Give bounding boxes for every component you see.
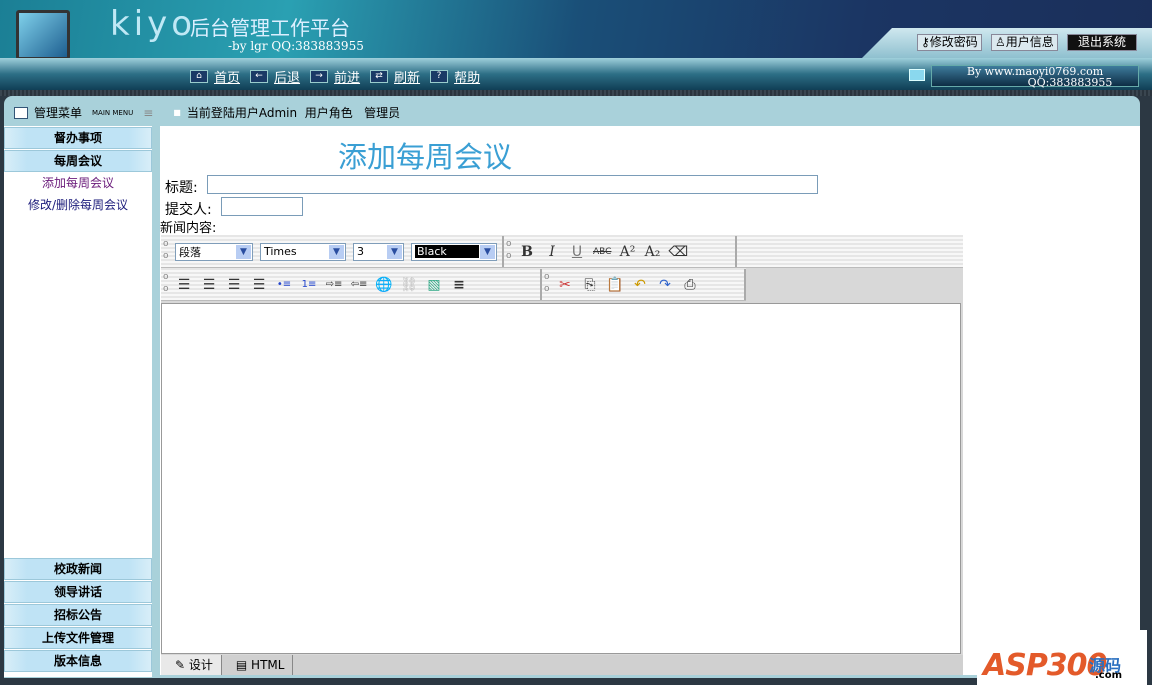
tab-html[interactable]: ▤ HTML	[222, 655, 294, 675]
chevron-down-icon: ▼	[480, 244, 495, 259]
italic-button[interactable]: I	[543, 244, 561, 260]
sidebar-link-edit-meeting[interactable]: 修改/删除每周会议	[4, 195, 152, 217]
nav-home[interactable]: 首页	[214, 67, 240, 86]
list-icon: ≡	[143, 105, 154, 120]
nav-refresh[interactable]: 刷新	[394, 67, 420, 86]
user-icon: ♙	[995, 35, 1006, 49]
toolbar-row-1: 段落▼ Times▼ 3▼ Black▼ B I U ABC A² A₂ ⌫	[161, 235, 963, 268]
tab-label: HTML	[251, 658, 285, 672]
align-center-icon[interactable]: ☰	[225, 277, 243, 293]
subscript-button[interactable]: A₂	[643, 244, 661, 260]
watermark-logo: ASP300 源码 .com	[977, 630, 1147, 685]
monitor-logo-icon	[16, 10, 70, 60]
main-content: 添加每周会议 标题: 提交人: 新闻内容: 段落▼ Times▼ 3▼ Blac…	[160, 126, 1140, 675]
eraser-icon[interactable]: ⌫	[668, 244, 688, 260]
sidebar-item-version[interactable]: 版本信息	[4, 650, 152, 672]
cut-icon[interactable]: ✂	[556, 277, 574, 293]
nav-forward[interactable]: 前进	[334, 67, 360, 86]
bullet-icon: ■	[173, 108, 181, 117]
sidebar-item-news[interactable]: 校政新闻	[4, 558, 152, 580]
align-justify-icon[interactable]: ☰	[250, 277, 268, 293]
page-title: 添加每周会议	[338, 140, 513, 174]
sidebar-item-supervision[interactable]: 督办事项	[4, 127, 152, 149]
menu-icon	[14, 106, 28, 119]
sidebar-link-add-meeting[interactable]: 添加每周会议	[4, 173, 152, 195]
tab-label: 设计	[188, 658, 213, 672]
sidebar-item-tender[interactable]: 招标公告	[4, 604, 152, 626]
select-value: Black	[415, 245, 479, 258]
unlink-icon[interactable]: ⛓	[400, 277, 418, 293]
select-value: Times	[264, 245, 297, 258]
design-icon: ✎	[175, 658, 189, 672]
watermark-domain: .com	[1095, 670, 1123, 681]
paste-icon[interactable]: 📋	[606, 277, 624, 293]
print-icon[interactable]: ⎙	[681, 277, 699, 293]
platform-title: 后台管理工作平台	[190, 16, 350, 40]
screen-icon	[909, 69, 925, 81]
editor-content-area[interactable]	[161, 303, 961, 654]
numbered-list-icon[interactable]: 1≡	[300, 279, 318, 290]
submitter-label: 提交人:	[165, 202, 212, 218]
horizontal-rule-icon[interactable]: ≡	[450, 277, 468, 293]
color-select[interactable]: Black ▼	[411, 242, 497, 261]
bold-button[interactable]: B	[518, 244, 536, 260]
forward-icon[interactable]: →	[310, 70, 329, 83]
submitter-input[interactable]	[221, 197, 303, 216]
menu-subtitle: MAIN MENU	[92, 108, 134, 117]
strikethrough-button[interactable]: ABC	[593, 247, 611, 257]
underline-button[interactable]: U	[568, 244, 586, 260]
rich-text-editor: 段落▼ Times▼ 3▼ Black▼ B I U ABC A² A₂ ⌫ ☰…	[161, 235, 963, 675]
sidebar: 督办事项 每周会议 添加每周会议 修改/删除每周会议 校政新闻 领导讲话 招标公…	[4, 126, 152, 677]
byline: -by lgr QQ:383883955	[228, 39, 364, 53]
undo-icon[interactable]: ↶	[631, 277, 649, 293]
button-label: 用户信息	[1005, 35, 1054, 49]
sidebar-item-weekly-meeting[interactable]: 每周会议	[4, 150, 152, 172]
select-value: 段落	[179, 245, 201, 259]
link-icon[interactable]: 🌐	[375, 277, 393, 293]
title-label: 标题:	[165, 180, 198, 196]
home-icon[interactable]: ⌂	[190, 70, 208, 83]
info-line: QQ:383883955	[1027, 76, 1113, 89]
refresh-icon[interactable]: ⇄	[370, 70, 389, 83]
chevron-down-icon: ▼	[387, 244, 402, 259]
bullet-list-icon[interactable]: •≡	[275, 279, 293, 290]
button-label: 修改密码	[929, 35, 978, 49]
current-user-info: 当前登陆用户Admin 用户角色 管理员	[186, 106, 401, 120]
nav-back[interactable]: 后退	[274, 67, 300, 86]
title-input[interactable]	[207, 175, 818, 194]
redo-icon[interactable]: ↷	[656, 277, 674, 293]
image-icon[interactable]: ▧	[425, 277, 443, 293]
panel-header: 管理菜单 MAIN MENU ≡ ■ 当前登陆用户Admin 用户角色 管理员	[14, 104, 400, 121]
chevron-down-icon: ▼	[236, 244, 251, 259]
outdent-icon[interactable]: ⇦≡	[350, 279, 368, 290]
document-icon: ▤	[235, 658, 252, 672]
user-info-button[interactable]: ♙用户信息	[991, 34, 1058, 51]
menu-title: 管理菜单	[34, 106, 83, 120]
align-right-icon[interactable]: ☰	[200, 277, 218, 293]
superscript-button[interactable]: A²	[618, 244, 636, 260]
sidebar-item-speech[interactable]: 领导讲话	[4, 581, 152, 603]
content-label: 新闻内容:	[160, 221, 217, 236]
watermark-text: ASP300	[983, 648, 1107, 683]
site-info: By www.maoyi0769.com QQ:383883955	[931, 65, 1139, 89]
help-icon[interactable]: ?	[430, 70, 449, 83]
chevron-down-icon: ▼	[329, 244, 344, 259]
copy-icon[interactable]: ⎘	[581, 277, 599, 293]
indent-icon[interactable]: ⇨≡	[325, 279, 343, 290]
toolbar-row-2: ☰ ☰ ☰ ☰ •≡ 1≡ ⇨≡ ⇦≡ 🌐 ⛓ ▧ ≡ ✂ ⎘ 📋 ↶ ↷ ⎙	[161, 268, 746, 301]
editor-mode-tabs: ✎ 设计 ▤ HTML	[161, 655, 963, 675]
paragraph-select[interactable]: 段落 ▼	[175, 242, 253, 261]
size-select[interactable]: 3 ▼	[353, 242, 404, 261]
change-password-button[interactable]: ⚷修改密码	[917, 34, 982, 51]
tab-design[interactable]: ✎ 设计	[161, 655, 222, 675]
select-value: 3	[357, 245, 364, 258]
font-select[interactable]: Times ▼	[260, 242, 346, 261]
key-icon: ⚷	[921, 35, 930, 49]
logo: kiyo	[110, 4, 197, 44]
logout-button[interactable]: 退出系统	[1067, 34, 1137, 51]
back-icon[interactable]: ←	[250, 70, 269, 83]
sidebar-item-upload[interactable]: 上传文件管理	[4, 627, 152, 649]
align-left-icon[interactable]: ☰	[175, 277, 193, 293]
nav-help[interactable]: 帮助	[454, 67, 480, 86]
